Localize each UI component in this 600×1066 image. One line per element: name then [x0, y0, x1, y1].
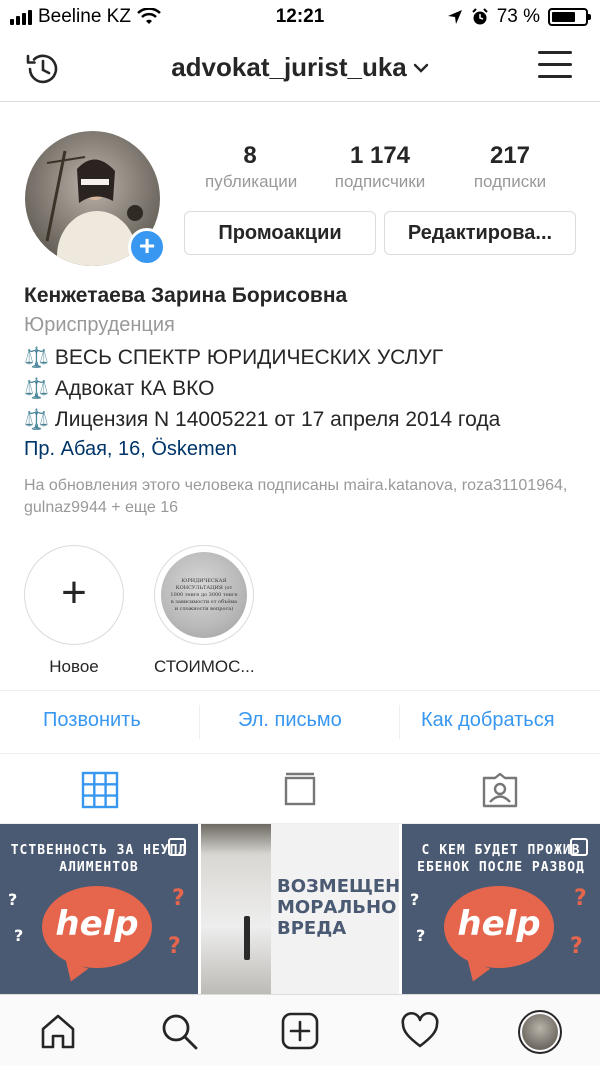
post-header-line: АЛИМЕНТОВ: [59, 860, 139, 875]
profile-nav-bar: advokat_jurist_uka: [0, 36, 600, 102]
chevron-down-icon: [413, 63, 428, 73]
bubble-text: help: [457, 904, 541, 944]
feed-view-icon[interactable]: [281, 771, 319, 809]
avatar-thumbnail: [522, 1014, 558, 1050]
status-right: 73 %: [447, 6, 591, 28]
bottom-tab-bar: [0, 994, 600, 1066]
followers-count[interactable]: 1 174 подписчики: [316, 142, 444, 192]
post-thumbnail[interactable]: С КЕМ БУДЕТ ПРОЖИВ ЕБЕНОК ПОСЛЕ РАЗВОД h…: [402, 824, 600, 994]
contact-options-bar: Позвонить Эл. письмо Как добраться: [0, 690, 600, 754]
add-story-button[interactable]: +: [128, 228, 166, 266]
bio-line-text: Адвокат КА ВКО: [54, 377, 215, 400]
status-bar: Beeline KZ 12:21 73 %: [0, 0, 600, 36]
post-header-line: ЕБЕНОК ПОСЛЕ РАЗВОД: [417, 860, 585, 875]
posts-count[interactable]: 8 публикации: [205, 142, 298, 192]
username-switcher[interactable]: advokat_jurist_uka: [0, 52, 600, 83]
location-arrow-icon: [447, 10, 462, 24]
bio-line: ⚖️ ВЕСЬ СПЕКТР ЮРИДИЧЕСКИХ УСЛУГ: [24, 345, 584, 376]
directions-button[interactable]: Как добраться: [421, 709, 555, 732]
post-title-text: ВОЗМЕЩЕН МОРАЛЬНО ВРЕДА: [277, 876, 399, 939]
following-count[interactable]: 217 подписки: [458, 142, 562, 192]
username-title: advokat_jurist_uka: [171, 52, 407, 82]
edit-profile-button[interactable]: Редактирова...: [384, 211, 576, 255]
posts-grid: ТСТВЕННОСТЬ ЗА НЕУПЛ АЛИМЕНТОВ help ? ? …: [0, 824, 600, 994]
battery-percent: 73 %: [496, 6, 540, 27]
posts-count-value: 8: [243, 142, 257, 169]
battery-fill: [552, 12, 576, 22]
followers-count-value: 1 174: [349, 142, 411, 169]
divider: [199, 705, 200, 739]
full-name: Кенжетаева Зарина Борисовна: [24, 284, 348, 307]
question-mark: ?: [14, 926, 24, 945]
bio-line-text: ВЕСЬ СПЕКТР ЮРИДИЧЕСКИХ УСЛУГ: [54, 346, 444, 369]
pen-shape: [244, 916, 250, 960]
question-mark: ?: [168, 934, 181, 959]
highlight-pricing[interactable]: ЮРИДИЧЕСКАЯ КОНСУЛЬТАЦИЯ (от 1000 тенге …: [154, 545, 255, 677]
address-link[interactable]: Пр. Абая, 16, Öskemen: [24, 438, 584, 471]
scales-icon: ⚖️: [24, 409, 49, 431]
followed-by-text[interactable]: На обновления этого человека подписаны m…: [24, 475, 584, 519]
bio-line: ⚖️ Адвокат КА ВКО: [24, 376, 584, 407]
multiple-photos-icon: [570, 838, 588, 856]
search-icon[interactable]: [159, 1011, 199, 1051]
following-count-label: подписки: [473, 172, 547, 191]
posts-count-label: публикации: [205, 172, 298, 191]
email-button[interactable]: Эл. письмо: [238, 709, 342, 732]
post-thumbnail[interactable]: ТСТВЕННОСТЬ ЗА НЕУПЛ АЛИМЕНТОВ help ? ? …: [0, 824, 198, 994]
scales-icon: ⚖️: [24, 347, 49, 369]
question-mark: ?: [410, 890, 420, 909]
post-photo: [201, 824, 271, 994]
post-title-line: ВРЕДА: [277, 918, 347, 939]
bio-line: ⚖️ Лицензия N 14005221 от 17 апреля 2014 …: [24, 407, 584, 438]
home-icon[interactable]: [38, 1011, 78, 1051]
new-highlight-circle[interactable]: +: [24, 545, 124, 645]
profile-tabs: [0, 754, 600, 824]
battery-icon: [548, 8, 591, 26]
highlight-cover-image: ЮРИДИЧЕСКАЯ КОНСУЛЬТАЦИЯ (от 1000 тенге …: [161, 552, 247, 638]
plus-icon: +: [61, 568, 87, 617]
profile-bio: Кенжетаева Зарина Борисовна Юриспруденци…: [24, 284, 584, 519]
heart-icon[interactable]: [400, 1011, 440, 1051]
highlight-cover-text: ЮРИДИЧЕСКАЯ КОНСУЛЬТАЦИЯ (от 1000 тенге …: [170, 578, 238, 612]
question-mark: ?: [574, 886, 587, 911]
highlight-label: Новое: [49, 657, 99, 676]
alarm-icon: [471, 8, 488, 25]
grid-view-icon[interactable]: [81, 771, 119, 809]
followers-count-label: подписчики: [334, 172, 426, 191]
highlight-pricing-circle[interactable]: ЮРИДИЧЕСКАЯ КОНСУЛЬТАЦИЯ (от 1000 тенге …: [154, 545, 254, 645]
question-mark: ?: [172, 886, 185, 911]
tagged-photos-icon[interactable]: [481, 771, 519, 809]
question-mark: ?: [8, 890, 18, 909]
profile-tab-avatar[interactable]: [518, 1010, 562, 1054]
divider: [399, 705, 400, 739]
category-label: Юриспруденция: [24, 314, 175, 336]
call-button[interactable]: Позвонить: [43, 709, 141, 732]
post-thumbnail[interactable]: ВОЗМЕЩЕН МОРАЛЬНО ВРЕДА: [201, 824, 399, 994]
question-mark: ?: [416, 926, 426, 945]
new-highlight[interactable]: + Новое: [24, 545, 124, 677]
post-title-line: МОРАЛЬНО: [277, 897, 397, 918]
following-count-value: 217: [489, 142, 531, 169]
new-post-icon[interactable]: [280, 1011, 320, 1051]
promotions-button[interactable]: Промоакции: [184, 211, 376, 255]
bio-line-text: Лицензия N 14005221 от 17 апреля 2014 го…: [54, 408, 501, 431]
bubble-text: help: [55, 904, 139, 944]
highlight-label: СТОИМОС...: [154, 657, 255, 676]
question-mark: ?: [570, 934, 583, 959]
post-title-line: ВОЗМЕЩЕН: [277, 876, 399, 897]
scales-icon: ⚖️: [24, 378, 49, 400]
menu-icon[interactable]: [538, 51, 572, 83]
multiple-photos-icon: [168, 838, 186, 856]
